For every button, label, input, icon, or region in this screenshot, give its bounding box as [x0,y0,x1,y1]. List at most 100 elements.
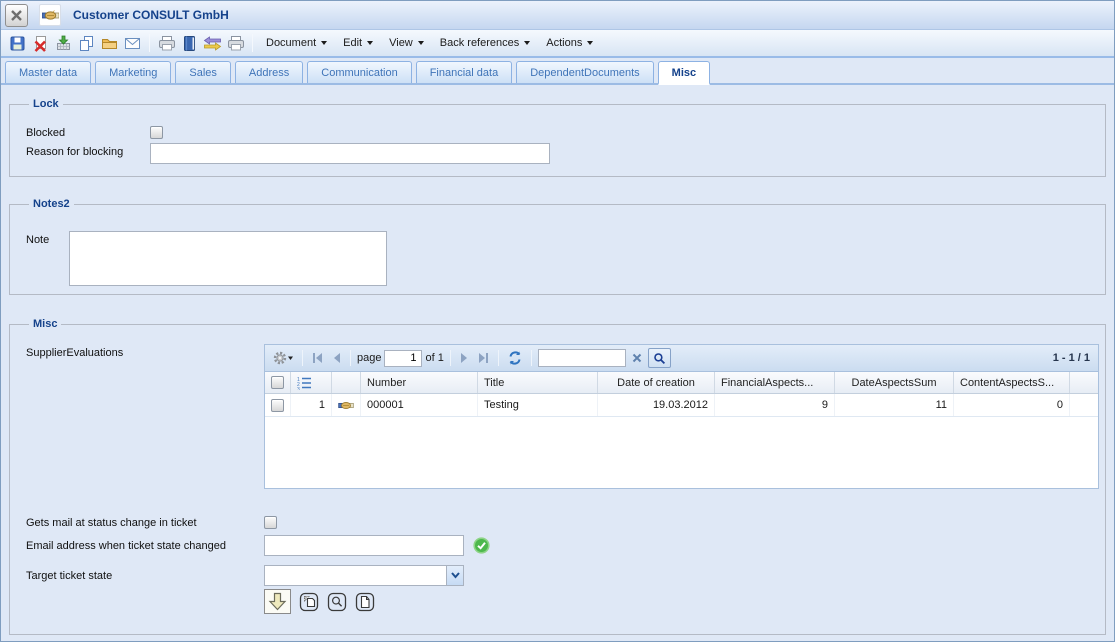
page-number-input[interactable] [384,350,422,367]
paste-icon [299,592,319,612]
delete-button[interactable] [29,32,52,55]
numbered-list-icon: 1 2 3 [297,376,312,390]
reason-for-blocking-input[interactable] [150,143,550,164]
combo-trigger-button[interactable] [446,566,463,585]
column-header-date-of-creation[interactable]: Date of creation [598,372,715,393]
tab-misc[interactable]: Misc [658,61,710,85]
paste-button[interactable] [299,592,319,612]
mail-button[interactable] [121,32,144,55]
column-header-content-aspects[interactable]: ContentAspectsS... [954,372,1070,393]
next-page-icon [459,352,470,364]
folder-icon [101,35,118,52]
column-header-title[interactable]: Title [478,372,598,393]
clear-search-button[interactable] [629,348,645,368]
valid-indicator [473,537,490,554]
menu-edit-label: Edit [343,37,362,49]
column-header-date-aspects-sum[interactable]: DateAspectsSum [835,372,954,393]
chevron-down-icon [367,41,373,45]
pager-separator [498,350,499,366]
menu-document-label: Document [266,37,316,49]
green-check-icon [473,537,490,554]
clear-icon [631,352,643,364]
prev-page-button[interactable] [329,348,344,368]
cell-financial-aspects: 9 [715,394,835,416]
tab-communication[interactable]: Communication [307,61,411,83]
tab-label: Misc [672,67,696,79]
blocked-checkbox[interactable] [150,126,163,139]
down-arrow-icon [268,592,287,611]
gets-mail-checkbox[interactable] [264,516,277,529]
last-page-icon [477,352,490,364]
menu-actions[interactable]: Actions [538,34,601,52]
mail-icon [124,35,141,52]
pager-separator [302,350,303,366]
column-header-number[interactable]: Number [361,372,478,393]
gear-icon [275,353,285,363]
tab-label: DependentDocuments [530,67,639,79]
delete-icon [32,35,49,52]
new-document-icon [355,592,375,612]
grid-settings-button[interactable] [270,348,296,368]
app-window: Customer CONSULT GmbH [0,0,1115,642]
icon-column-header[interactable] [332,372,361,393]
prev-page-icon [331,352,342,364]
first-page-button[interactable] [309,348,326,368]
save-button[interactable] [6,32,29,55]
import-basket-button[interactable] [52,32,75,55]
grid-pager: page of 1 [265,345,1098,372]
print-icon-2 [227,35,245,52]
cell-date-of-creation: 19.03.2012 [598,394,715,416]
run-search-button[interactable] [648,348,671,368]
tab-marketing[interactable]: Marketing [95,61,171,83]
menu-back-references-label: Back references [440,37,519,49]
tab-financial-data[interactable]: Financial data [416,61,513,83]
note-textarea[interactable] [69,231,387,286]
tab-address[interactable]: Address [235,61,303,83]
last-page-button[interactable] [475,348,492,368]
journal-icon [181,35,198,52]
table-row[interactable]: 1 000001 Testing 19.03.2012 [265,394,1098,417]
copy-button[interactable] [75,32,98,55]
refresh-button[interactable] [505,348,525,368]
customer-handshake-icon [39,4,61,26]
toolbar-separator [252,34,253,52]
row-number-column-header[interactable]: 1 2 3 [291,372,332,393]
transfer-icon [203,35,222,52]
next-page-button[interactable] [457,348,472,368]
print-settings-button[interactable] [224,32,247,55]
new-document-button[interactable] [355,592,375,612]
tab-sales[interactable]: Sales [175,61,231,83]
select-all-checkbox[interactable] [271,376,284,389]
ticket-state-actions [264,589,1105,614]
menu-view[interactable]: View [381,34,432,52]
apply-down-button[interactable] [264,589,291,614]
pager-range: 1 - 1 / 1 [1053,352,1093,364]
grid-search-input[interactable] [538,349,626,367]
folder-button[interactable] [98,32,121,55]
target-ticket-state-select[interactable] [264,565,464,586]
column-header-financial-aspects[interactable]: FinancialAspects... [715,372,835,393]
email-address-input[interactable] [264,535,464,556]
close-button[interactable] [5,4,28,27]
cell-title: Testing [478,394,598,416]
print-button[interactable] [155,32,178,55]
row-index-cell: 1 [291,394,332,416]
transfer-button[interactable] [201,32,224,55]
menu-edit[interactable]: Edit [335,34,381,52]
tab-dependent-documents[interactable]: DependentDocuments [516,61,653,83]
tab-label: Financial data [430,67,499,79]
window-title: Customer CONSULT GmbH [73,8,229,22]
journal-button[interactable] [178,32,201,55]
search-ticket-state-button[interactable] [327,592,347,612]
first-page-icon [311,352,324,364]
pager-separator [450,350,451,366]
chevron-down-icon [418,41,424,45]
lock-section: Lock Blocked Reason for blocking [9,98,1106,177]
svg-text:3: 3 [297,387,300,390]
menu-document[interactable]: Document [258,34,335,52]
menu-back-references[interactable]: Back references [432,34,538,52]
row-checkbox[interactable] [271,399,284,412]
supplier-evaluations-grid: page of 1 [264,344,1099,489]
refresh-icon [507,350,523,366]
tab-master-data[interactable]: Master data [5,61,91,83]
